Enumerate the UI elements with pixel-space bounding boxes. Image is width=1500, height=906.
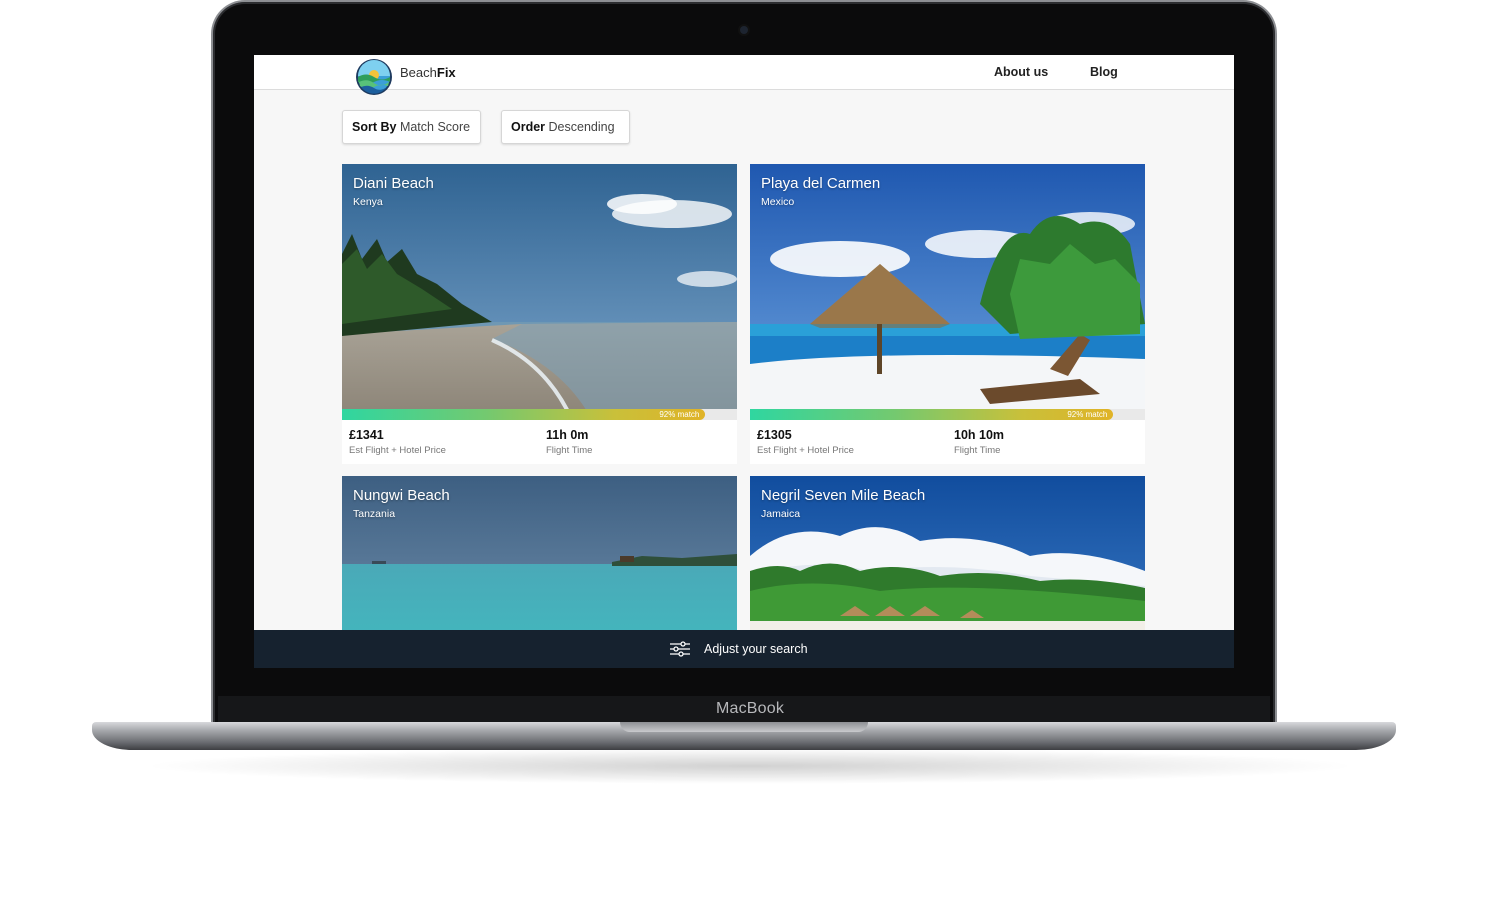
device-brand-label: MacBook — [715, 700, 785, 717]
adjust-search-label: Adjust your search — [704, 642, 808, 656]
nav-about-link[interactable]: About us — [994, 65, 1048, 79]
laptop-notch — [620, 722, 868, 732]
laptop-shadow — [140, 748, 1360, 784]
match-score-fill: 92% match — [750, 409, 1114, 420]
flight-time-value: 10h 10m — [954, 428, 1005, 442]
sort-by-value: Match Score — [399, 120, 471, 134]
beach-country: Tanzania — [353, 508, 396, 520]
beach-photo: Diani Beach Kenya — [342, 164, 737, 420]
camera-icon — [740, 26, 748, 34]
order-key: Order — [511, 120, 546, 134]
beach-name: Playa del Carmen — [761, 175, 881, 192]
sliders-icon — [670, 641, 690, 657]
flight-time-label: Flight Time — [954, 445, 1001, 456]
beach-logo-icon[interactable] — [355, 58, 393, 96]
price-value: £1305 — [757, 428, 792, 442]
flight-time-label: Flight Time — [546, 445, 593, 456]
sort-by-key: Sort By — [352, 120, 397, 134]
beach-name: Negril Seven Mile Beach — [761, 487, 926, 504]
match-score-label: 92% match — [659, 410, 700, 419]
screen: BeachFix About us Blog Sort By Match Sco… — [254, 55, 1234, 668]
beach-country: Jamaica — [761, 508, 801, 520]
beach-country: Mexico — [761, 196, 795, 208]
site-header: BeachFix About us Blog — [254, 55, 1234, 95]
order-value: Descending — [548, 120, 615, 134]
adjust-search-bar[interactable]: Adjust your search — [254, 630, 1234, 668]
beach-country: Kenya — [353, 196, 383, 208]
beach-card-diani[interactable]: Diani Beach Kenya 92% match £1341 Est Fl… — [342, 164, 737, 464]
beach-photo: Playa del Carmen Mexico — [750, 164, 1145, 420]
sort-by-button[interactable]: Sort By Match Score — [342, 110, 481, 144]
logo-text[interactable]: BeachFix — [400, 65, 456, 80]
beach-name: Nungwi Beach — [353, 487, 450, 504]
price-label: Est Flight + Hotel Price — [757, 445, 854, 456]
match-score-label: 92% match — [1067, 410, 1108, 419]
flight-time-value: 11h 0m — [546, 428, 589, 442]
match-score-fill: 92% match — [342, 409, 706, 420]
beach-card-playa-del-carmen[interactable]: Playa del Carmen Mexico 92% match £1305 … — [750, 164, 1145, 464]
price-value: £1341 — [349, 428, 384, 442]
beach-name: Diani Beach — [353, 175, 434, 192]
price-label: Est Flight + Hotel Price — [349, 445, 446, 456]
order-button[interactable]: Order Descending — [501, 110, 630, 144]
match-score-bar: 92% match — [342, 409, 737, 420]
nav-blog-link[interactable]: Blog — [1090, 65, 1118, 79]
match-score-bar: 92% match — [750, 409, 1145, 420]
